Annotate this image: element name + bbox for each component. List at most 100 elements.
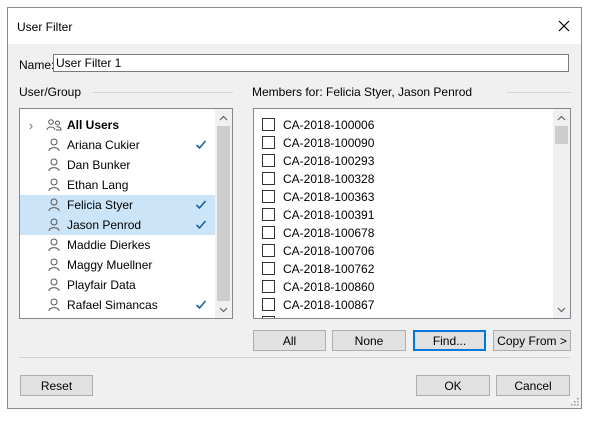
user-row[interactable]: Maddie Dierkes <box>20 235 216 255</box>
member-row[interactable]: CA-2018-100678 <box>254 223 552 243</box>
person-icon <box>48 138 60 152</box>
close-button[interactable] <box>547 8 581 44</box>
member-name: CA-2018-100881 <box>283 316 374 318</box>
member-row[interactable]: CA-2018-100006 <box>254 115 552 135</box>
user-name: Maggy Muellner <box>67 258 153 272</box>
member-name: CA-2018-100391 <box>283 208 375 222</box>
user-row[interactable]: Ryan Sleeper <box>20 315 216 319</box>
name-input[interactable] <box>53 54 569 72</box>
member-checkbox[interactable] <box>262 136 275 149</box>
member-name: CA-2018-100706 <box>283 244 375 258</box>
resize-grip-icon[interactable] <box>569 396 579 406</box>
user-row[interactable]: Maggy Muellner <box>20 255 216 275</box>
member-checkbox[interactable] <box>262 262 275 275</box>
user-name: Felicia Styer <box>67 198 134 212</box>
title-bar: User Filter <box>8 8 581 44</box>
members-label: Members for: Felicia Styer, Jason Penrod <box>252 85 477 99</box>
user-row[interactable]: Rafael Simancas <box>20 295 216 315</box>
member-checkbox[interactable] <box>262 190 275 203</box>
user-group-list[interactable]: › All Users Ariana Cukier Dan Bunker Ethan L… <box>19 108 233 319</box>
member-checkbox[interactable] <box>262 244 275 257</box>
person-icon <box>48 178 60 192</box>
cancel-button[interactable]: Cancel <box>496 375 570 396</box>
user-name: Dan Bunker <box>67 158 131 172</box>
user-filter-dialog: User Filter Name: User/Group Members for… <box>7 7 582 409</box>
member-name: CA-2018-100363 <box>283 190 375 204</box>
member-name: CA-2018-100867 <box>283 298 375 312</box>
chevron-up-icon <box>219 115 228 120</box>
user-row[interactable]: Jason Penrod <box>20 215 216 235</box>
reset-button[interactable]: Reset <box>20 375 93 396</box>
members-divider <box>507 92 571 93</box>
member-row[interactable]: CA-2018-100867 <box>254 295 552 315</box>
member-row[interactable]: CA-2018-100762 <box>254 259 552 279</box>
user-row[interactable]: Felicia Styer <box>20 195 216 215</box>
find-button[interactable]: Find... <box>413 330 486 351</box>
member-checkbox[interactable] <box>262 118 275 131</box>
all-button[interactable]: All <box>253 330 326 351</box>
check-icon <box>195 300 207 310</box>
member-checkbox[interactable] <box>262 154 275 167</box>
scroll-thumb[interactable] <box>217 126 230 301</box>
member-checkbox[interactable] <box>262 226 275 239</box>
user-row[interactable]: Dan Bunker <box>20 155 216 175</box>
member-row[interactable]: CA-2018-100363 <box>254 187 552 207</box>
scroll-up-button[interactable] <box>215 109 232 126</box>
check-icon <box>195 220 207 230</box>
member-row[interactable]: CA-2018-100860 <box>254 277 552 297</box>
member-row[interactable]: CA-2018-100293 <box>254 151 552 171</box>
user-row[interactable]: Ethan Lang <box>20 175 216 195</box>
none-button[interactable]: None <box>332 330 406 351</box>
dialog-title: User Filter <box>17 20 73 34</box>
chevron-down-icon <box>557 307 566 312</box>
member-checkbox[interactable] <box>262 316 275 318</box>
member-row[interactable]: CA-2018-100328 <box>254 169 552 189</box>
user-row[interactable]: Playfair Data <box>20 275 216 295</box>
user-name: Maddie Dierkes <box>67 238 151 252</box>
member-row[interactable]: CA-2018-100391 <box>254 205 552 225</box>
member-checkbox[interactable] <box>262 280 275 293</box>
member-name: CA-2018-100860 <box>283 280 375 294</box>
footer-divider <box>19 357 570 358</box>
user-name: Rafael Simancas <box>67 298 158 312</box>
user-name: All Users <box>67 118 120 132</box>
members-list[interactable]: CA-2018-100006 CA-2018-100090 CA-2018-1002… <box>253 108 571 319</box>
person-icon <box>48 318 60 319</box>
user-name: Ariana Cukier <box>67 138 140 152</box>
ok-button[interactable]: OK <box>416 375 490 396</box>
name-label: Name: <box>19 58 55 72</box>
member-checkbox[interactable] <box>262 172 275 185</box>
person-icon <box>48 218 60 232</box>
scroll-down-button[interactable] <box>553 301 570 318</box>
member-name: CA-2018-100293 <box>283 154 375 168</box>
close-icon <box>558 20 570 32</box>
person-icon <box>48 238 60 252</box>
person-icon <box>48 258 60 272</box>
member-row[interactable]: CA-2018-100706 <box>254 241 552 261</box>
user-list-scrollbar[interactable] <box>215 109 232 318</box>
member-checkbox[interactable] <box>262 208 275 221</box>
check-icon <box>195 200 207 210</box>
person-icon <box>48 278 60 292</box>
user-name: Jason Penrod <box>67 218 142 232</box>
scroll-down-button[interactable] <box>215 301 232 318</box>
members-list-scrollbar[interactable] <box>553 109 570 318</box>
member-name: CA-2018-100006 <box>283 118 375 132</box>
check-icon <box>195 140 207 150</box>
member-row[interactable]: CA-2018-100881 <box>254 313 552 318</box>
user-group-label: User/Group <box>19 85 86 99</box>
chevron-up-icon <box>557 115 566 120</box>
all-users-row[interactable]: › All Users <box>20 115 216 135</box>
member-checkbox[interactable] <box>262 298 275 311</box>
person-icon <box>48 298 60 312</box>
member-row[interactable]: CA-2018-100090 <box>254 133 552 153</box>
member-name: CA-2018-100762 <box>283 262 375 276</box>
scroll-thumb[interactable] <box>555 126 568 144</box>
scroll-up-button[interactable] <box>553 109 570 126</box>
member-name: CA-2018-100678 <box>283 226 375 240</box>
user-row[interactable]: Ariana Cukier <box>20 135 216 155</box>
expand-arrow-icon[interactable]: › <box>26 118 36 133</box>
person-icon <box>48 198 60 212</box>
copy-from-button[interactable]: Copy From > <box>493 330 571 351</box>
user-name: Ethan Lang <box>67 178 129 192</box>
